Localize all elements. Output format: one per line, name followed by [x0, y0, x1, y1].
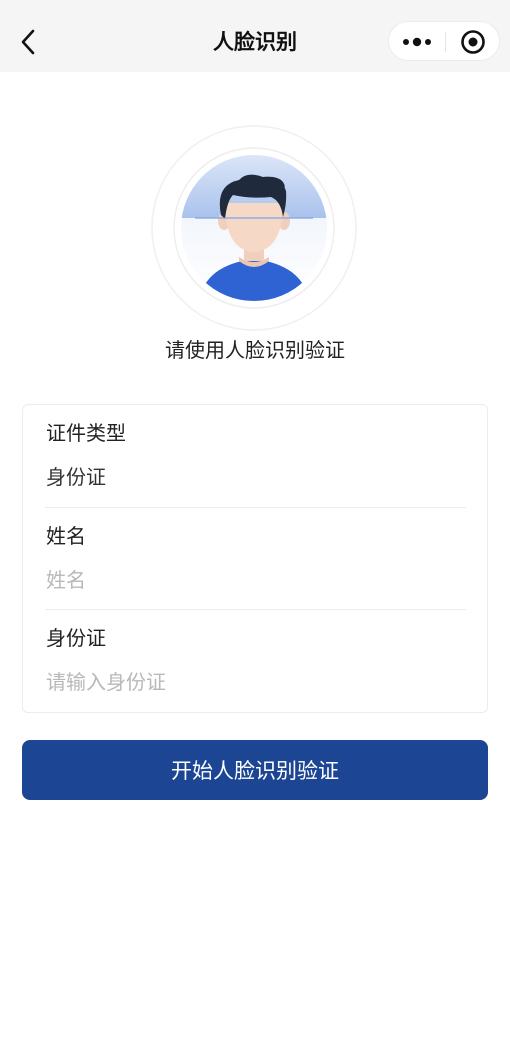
- id-type-label: 证件类型: [46, 421, 126, 445]
- divider: [45, 609, 466, 610]
- face-hint-text: 请使用人脸识别验证: [165, 338, 345, 362]
- divider: [45, 507, 466, 508]
- more-dots-icon: [403, 37, 431, 47]
- id-number-label: 身份证: [46, 626, 106, 650]
- name-label: 姓名: [46, 524, 86, 548]
- id-type-field: 证件类型 身份证: [46, 419, 466, 491]
- record-circle-icon: [461, 30, 485, 54]
- more-button[interactable]: [389, 22, 445, 62]
- id-number-input[interactable]: [46, 668, 446, 696]
- close-button[interactable]: [445, 22, 501, 62]
- id-type-value[interactable]: 身份证: [46, 463, 466, 491]
- id-form-card: 证件类型 身份证 姓名 身份证: [22, 404, 488, 713]
- mini-program-capsule: [388, 21, 500, 61]
- name-field: 姓名: [46, 522, 466, 594]
- face-avatar-icon: [151, 125, 357, 331]
- name-input[interactable]: [46, 566, 446, 594]
- id-number-field: 身份证: [46, 624, 466, 696]
- start-face-verification-button[interactable]: 开始人脸识别验证: [22, 740, 488, 800]
- face-recognition-graphic: [151, 125, 357, 331]
- navigation-bar: 人脸识别: [0, 0, 510, 72]
